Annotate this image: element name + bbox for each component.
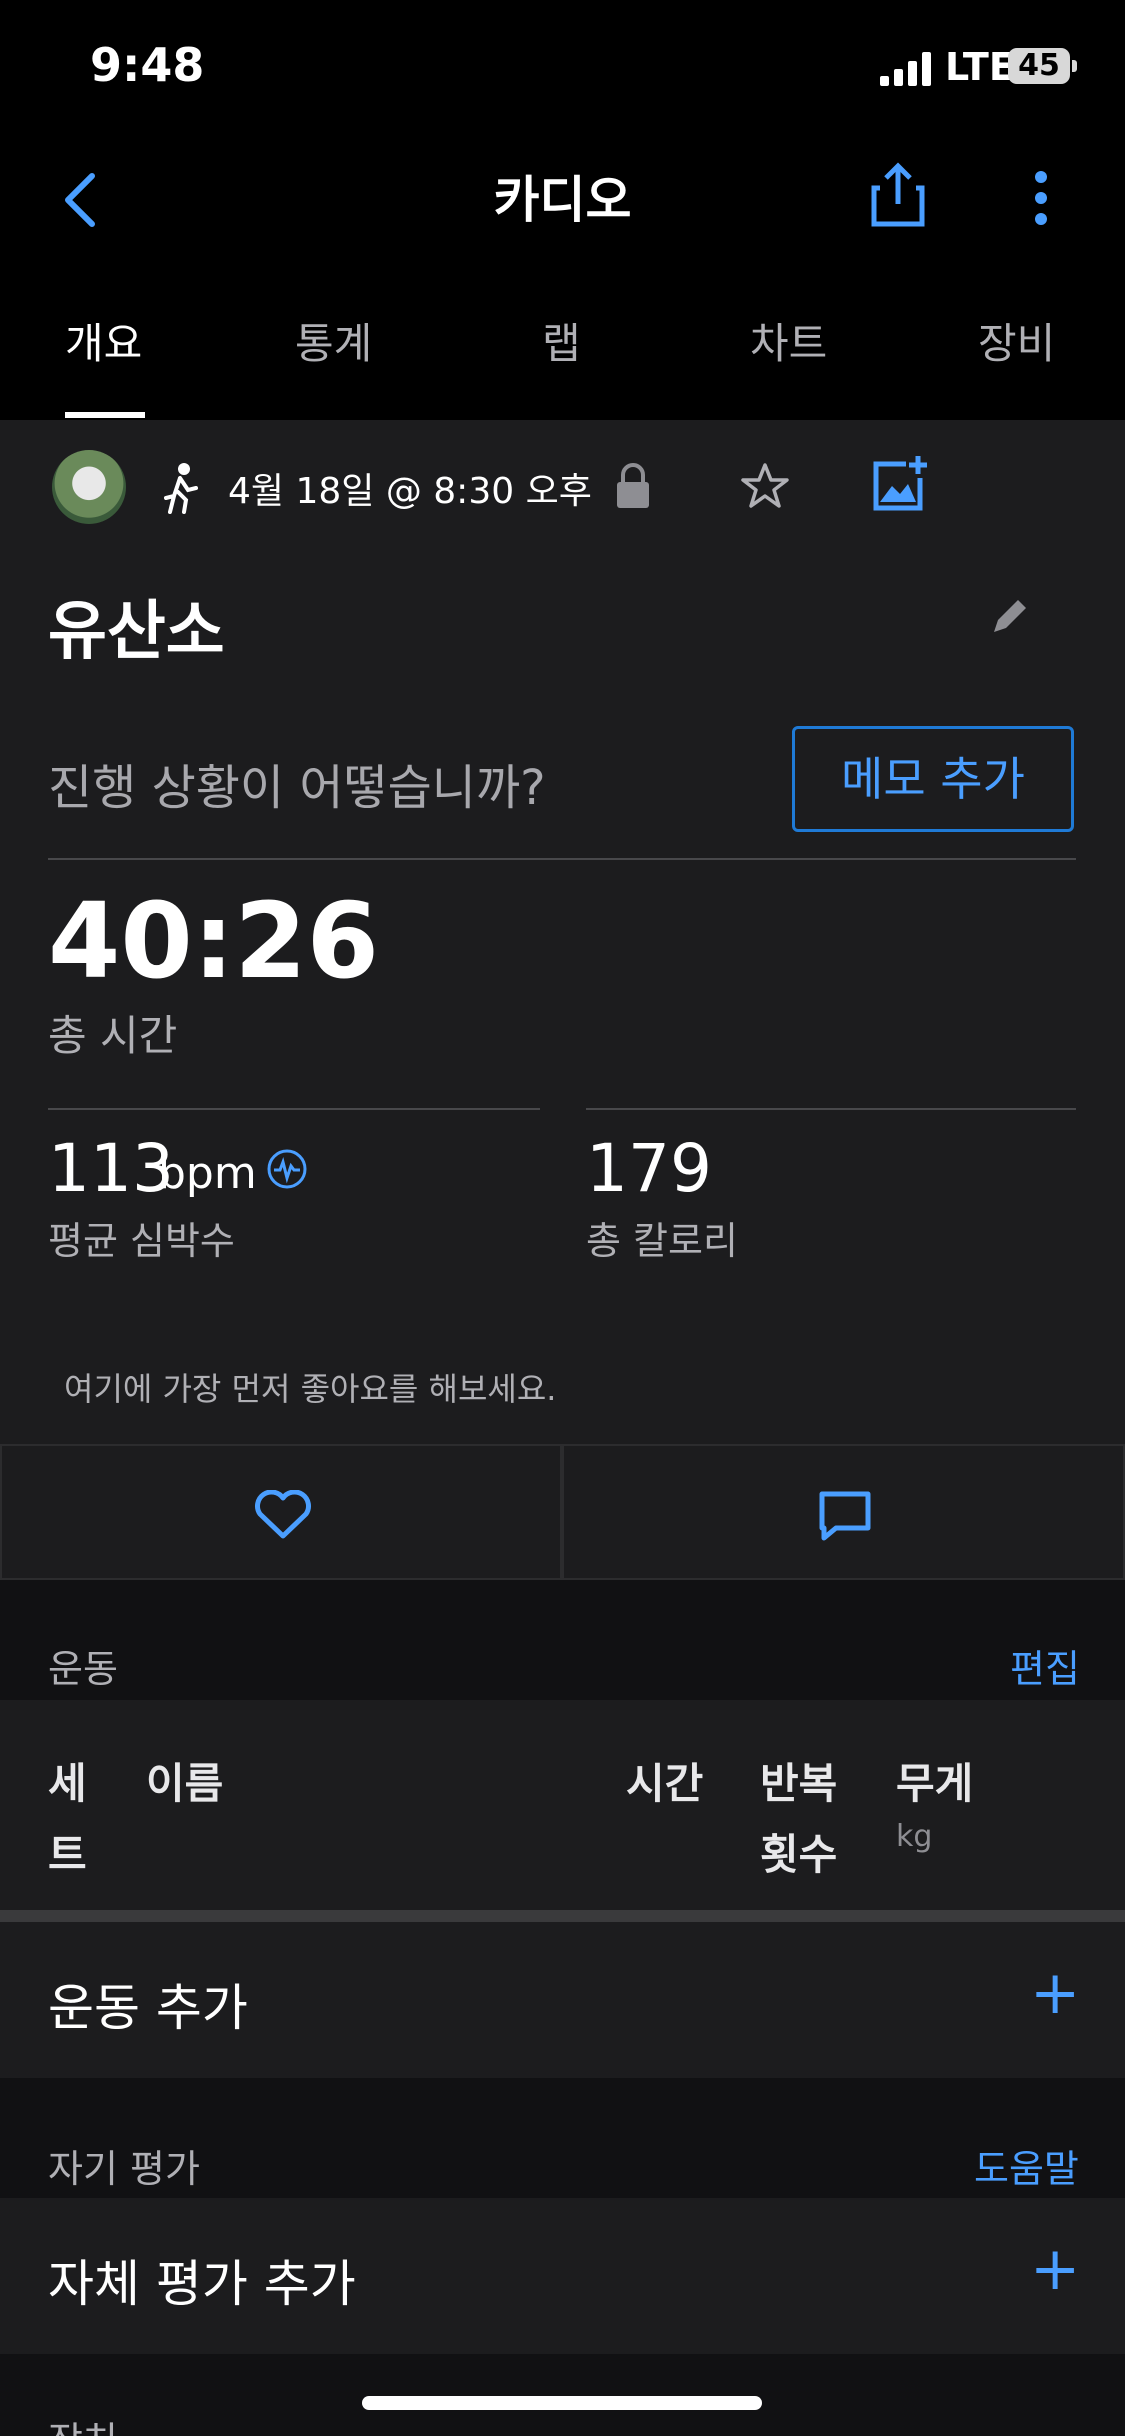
home-indicator[interactable] [362,2396,762,2410]
col-time: 시간 [626,1759,704,1808]
avatar[interactable] [52,450,126,524]
exercise-section-header: 운동 편집 [0,1580,1125,1700]
star-icon[interactable] [740,462,790,510]
total-time-label: 총 시간 [48,1011,178,1060]
battery-tip [1072,60,1077,72]
heart-icon [255,1490,311,1539]
edit-pencil-icon[interactable] [988,594,1032,638]
exercise-section-title: 운동 [48,1647,118,1691]
add-exercise-row[interactable]: 운동 추가 + [0,1922,1125,2078]
add-self-eval-row[interactable]: 자체 평가 추가 + [0,2198,1125,2354]
add-memo-button[interactable]: 메모 추가 [792,726,1074,832]
tab-bar: 개요 통계 랩 차트 장비 [0,310,1125,420]
tab-overview[interactable]: 개요 [65,310,142,371]
exercise-table-header: 세 트 이름 시간 반복 횟수 무게 kg [0,1700,1125,1910]
plus-icon[interactable]: + [1030,2234,1080,2304]
share-icon[interactable] [870,160,926,228]
activity-type-icon [164,463,198,514]
tab-stats[interactable]: 통계 [295,310,372,371]
total-time-value: 40:26 [48,880,380,1002]
add-exercise-label: 운동 추가 [48,1979,248,2037]
col-weight: 무게 kg [896,1759,974,1854]
col-weight-unit: kg [896,1819,933,1854]
calories-label: 총 칼로리 [586,1219,738,1263]
page-title: 카디오 [493,171,632,229]
col-name: 이름 [146,1759,224,1808]
exercise-edit-link[interactable]: 편집 [1010,1638,1080,1693]
signal-icon [880,52,931,86]
more-options-icon[interactable] [1032,168,1050,228]
activity-name: 유산소 [48,595,225,669]
divider [48,1108,540,1110]
divider [48,858,1076,860]
network-type: LTE [945,45,1015,89]
divider [586,1108,1076,1110]
calories-value: 179 [586,1130,712,1207]
active-tab-indicator [65,412,145,418]
avg-heart-rate-label: 평균 심박수 [48,1219,235,1263]
avg-heart-rate-value: 113 [48,1130,174,1207]
device-section-header: 장치 [0,2354,1125,2436]
col-reps: 반복 횟수 [760,1759,838,1879]
add-self-eval-label: 자체 평가 추가 [48,2255,356,2313]
heart-rate-sensor-icon[interactable] [266,1148,308,1190]
avg-heart-rate-unit: bpm [158,1148,257,1199]
status-bar: 9:48 LTE 45 [0,0,1125,130]
tab-charts[interactable]: 차트 [750,310,827,371]
add-photo-icon[interactable] [872,456,928,512]
self-eval-section-header: 자기 평가 도움말 [0,2078,1125,2198]
lock-icon[interactable] [614,462,652,510]
comment-icon [819,1491,871,1541]
progress-prompt: 진행 상황이 어떻습니까? [48,760,546,816]
device-section-title: 장치 [48,2410,118,2436]
like-prompt: 여기에 가장 먼저 좋아요를 해보세요. [64,1370,557,1408]
plus-icon[interactable]: + [1030,1958,1080,2028]
tab-laps[interactable]: 랩 [542,310,581,371]
activity-date: 4월 18일 @ 8:30 오후 [228,471,592,512]
status-time: 9:48 [90,38,205,92]
like-button[interactable] [0,1444,562,1580]
tab-gear[interactable]: 장비 [978,310,1055,371]
section-separator [0,1910,1125,1922]
self-eval-section-title: 자기 평가 [48,2147,200,2191]
battery-icon: 45 [1008,48,1070,84]
col-set: 세 트 [48,1759,87,1879]
self-eval-help-link[interactable]: 도움말 [974,2138,1079,2193]
comment-button[interactable] [562,1444,1125,1580]
